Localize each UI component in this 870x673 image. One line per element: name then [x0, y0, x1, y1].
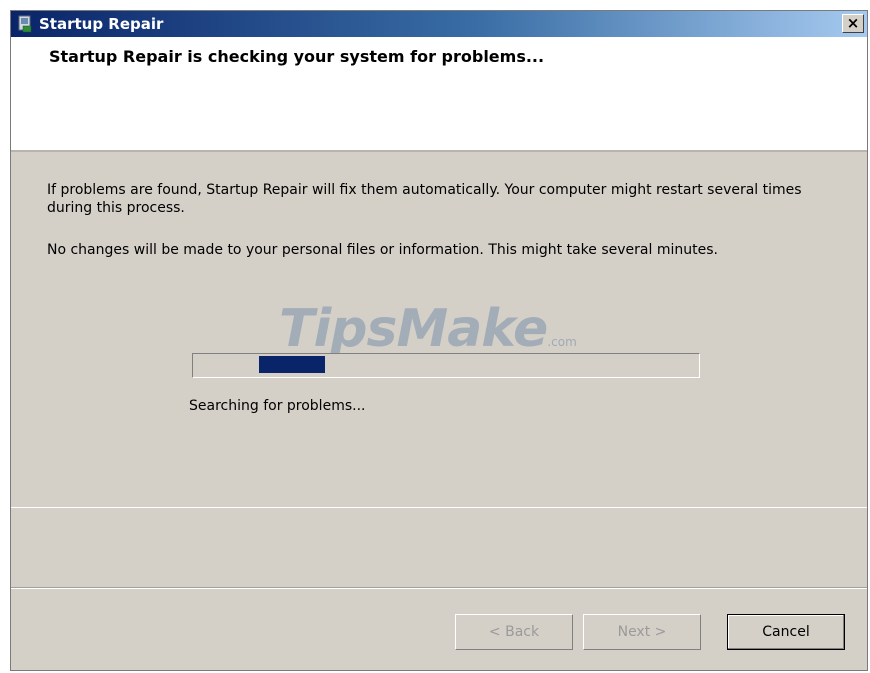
startup-repair-window: Startup Repair × Startup Repair is check… [10, 10, 868, 671]
back-button[interactable]: < Back [455, 614, 573, 650]
info-paragraph-files: No changes will be made to your personal… [47, 242, 718, 258]
cancel-button[interactable]: Cancel [727, 614, 845, 650]
watermark-suffix: .com [547, 335, 577, 349]
header-panel: Startup Repair is checking your system f… [11, 37, 867, 152]
window-title: Startup Repair [39, 15, 164, 33]
progress-bar [192, 353, 700, 378]
button-bar-divider [11, 587, 867, 589]
watermark-brand: TipsMake [279, 299, 548, 359]
content-panel: If problems are found, Startup Repair wi… [11, 152, 867, 507]
progress-marquee-fill [259, 356, 325, 373]
tipsmake-watermark: TipsMake.com [279, 299, 577, 359]
next-button[interactable]: Next > [583, 614, 701, 650]
status-text: Searching for problems... [189, 398, 366, 414]
content-divider [11, 507, 867, 510]
info-paragraph-fix: If problems are found, Startup Repair wi… [47, 182, 802, 216]
title-bar[interactable]: Startup Repair × [11, 11, 867, 37]
startup-repair-icon [18, 15, 32, 33]
close-icon: × [846, 14, 860, 32]
page-heading: Startup Repair is checking your system f… [49, 47, 545, 66]
close-button[interactable]: × [842, 14, 864, 33]
